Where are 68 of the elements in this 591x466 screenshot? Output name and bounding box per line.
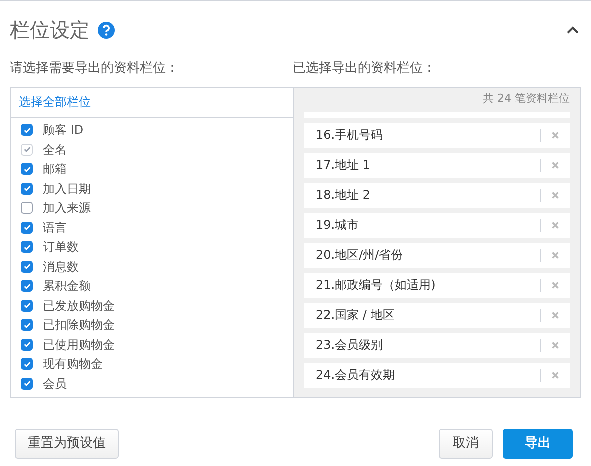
selected-field-row[interactable]: 17.地址 1	[304, 152, 570, 178]
checkbox[interactable]	[21, 378, 33, 390]
field-label: 17.地址 1	[316, 157, 372, 174]
check-icon	[22, 184, 32, 194]
checkbox[interactable]	[21, 338, 33, 351]
field-label: 已发放购物金	[43, 298, 115, 315]
check-icon	[22, 242, 32, 252]
select-all-link[interactable]: 选择全部栏位	[19, 93, 91, 111]
field-label: 累积金额	[43, 278, 91, 296]
field-label: 加入来源	[43, 200, 91, 218]
check-icon	[22, 340, 32, 350]
field-label: 加入日期	[43, 180, 91, 198]
check-icon	[22, 262, 32, 272]
check-icon	[22, 145, 32, 154]
field-label: 18.地址 2	[316, 187, 372, 204]
checkbox[interactable]	[21, 182, 33, 195]
checkbox[interactable]	[21, 241, 33, 254]
check-icon	[22, 223, 32, 232]
selected-field-row[interactable]: 20.地区/州/省份	[304, 242, 570, 268]
selected-label: 已选择导出的资料栏位：	[293, 60, 436, 78]
field-label: 会员	[43, 376, 67, 393]
check-icon	[22, 360, 32, 369]
field-label: 20.地区/州/省份	[316, 247, 404, 264]
field-label: 22.国家 / 地区	[316, 307, 396, 324]
section-title: 栏位设定	[10, 17, 90, 44]
check-icon	[22, 301, 32, 310]
checkbox[interactable]	[21, 202, 33, 214]
checkbox[interactable]	[21, 280, 33, 292]
field-label: 已扣除购物金	[43, 317, 115, 334]
cancel-button[interactable]: 取消	[439, 428, 493, 458]
field-label: 消息数	[43, 258, 79, 276]
field-label: 23.会员级别	[316, 337, 384, 354]
selected-field-row[interactable]: 22.国家 / 地区	[304, 302, 570, 328]
field-label: 19.城市	[316, 217, 360, 234]
field-label: 顾客 ID	[43, 122, 84, 140]
available-label: 请选择需要导出的资料栏位：	[10, 60, 180, 78]
field-label: 现有购物金	[43, 356, 103, 374]
field-label: 全名	[43, 142, 67, 159]
field-label: 语言	[43, 220, 67, 237]
checkbox[interactable]	[21, 222, 33, 234]
selected-field-row[interactable]: 19.城市	[304, 212, 570, 238]
field-label: 已使用购物金	[43, 336, 115, 354]
field-label: 邮箱	[43, 161, 67, 178]
field-label: 订单数	[43, 239, 79, 256]
field-label: 21.邮政编号（如适用)	[316, 277, 437, 294]
selected-field-row[interactable]: 23.会员级别	[304, 332, 570, 358]
field-label: 24.会员有效期	[316, 367, 396, 384]
checkbox[interactable]	[21, 260, 33, 273]
checkbox[interactable]	[21, 124, 33, 136]
checkbox[interactable]	[21, 319, 33, 332]
check-icon	[22, 126, 32, 135]
checkbox[interactable]	[21, 358, 33, 370]
check-icon	[22, 320, 32, 330]
field-label: 16.手机号码	[316, 127, 384, 144]
selected-field-row[interactable]: 16.手机号码	[304, 122, 570, 148]
check-icon	[22, 379, 32, 388]
checkbox[interactable]	[21, 163, 33, 176]
field-count: 共 24 笔资料栏位	[483, 91, 570, 108]
help-icon[interactable]	[98, 22, 115, 38]
selected-field-row[interactable]: 18.地址 2	[304, 182, 570, 208]
reset-button[interactable]: 重置为预设值	[15, 428, 119, 458]
check-icon	[22, 164, 32, 174]
check-icon	[22, 282, 32, 291]
selected-field-row[interactable]: 21.邮政编号（如适用)	[304, 272, 570, 298]
chevron-icon[interactable]	[567, 26, 579, 34]
selected-field-row[interactable]: 24.会员有效期	[304, 362, 570, 388]
export-button[interactable]: 导出	[503, 428, 573, 458]
checkbox[interactable]	[21, 300, 33, 312]
